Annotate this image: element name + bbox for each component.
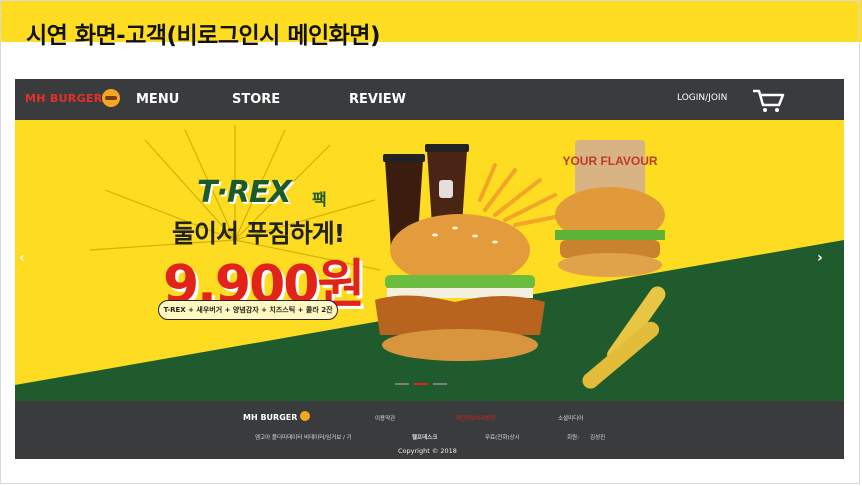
promo-title-suffix: 팩	[312, 190, 327, 209]
carousel-dot[interactable]	[395, 383, 409, 385]
burger-logo-icon	[102, 89, 120, 107]
promo-title: T·REX	[197, 175, 292, 210]
site-logo[interactable]: MH BURGER	[25, 92, 102, 105]
chevron-right-icon[interactable]: ›	[817, 250, 823, 266]
cart-icon[interactable]	[751, 87, 787, 113]
burger-set-image: YOUR FLAVOUR	[375, 140, 666, 389]
nav-store[interactable]: STORE	[232, 92, 280, 107]
footer-link-terms[interactable]: 이용약관	[375, 414, 395, 422]
chevron-left-icon[interactable]: ‹	[19, 250, 25, 266]
footer-helpdesk: 헬프데스크	[412, 435, 438, 441]
website-screenshot: MH BURGER MENU STORE REVIEW LOGIN/JOIN T…	[15, 79, 844, 459]
footer-link-social[interactable]: 소셜미디어	[558, 414, 583, 422]
burger-logo-icon	[300, 411, 310, 421]
footer-phone: 무료(전화)상시	[485, 435, 520, 441]
carousel-indicators	[395, 383, 447, 386]
hero-banner[interactable]: T·REX 팩 둘이서 푸짐하게! 9,900원 T-REX + 새우버거 + …	[15, 120, 844, 401]
promo-items: T-REX + 새우버거 + 양념감자 + 치즈스틱 + 콜라 2잔	[158, 300, 338, 320]
footer-logo: MH BURGER	[243, 413, 298, 422]
footer-member-name: 김성진	[590, 435, 606, 441]
login-join-link[interactable]: LOGIN/JOIN	[677, 93, 727, 103]
footer-company-info: 엠고아 플더미데이터 비데이터/임거보 / 기	[255, 435, 352, 441]
nav-menu[interactable]: MENU	[136, 92, 179, 107]
carousel-dot[interactable]	[433, 383, 447, 385]
site-header: MH BURGER MENU STORE REVIEW LOGIN/JOIN	[15, 79, 844, 120]
carousel-dot-active[interactable]	[414, 383, 428, 385]
footer-link-privacy[interactable]: 개인정보처리방침	[455, 414, 495, 422]
footer-member-label: 회원:	[567, 435, 579, 441]
cup-label: YOUR FLAVOUR	[562, 154, 657, 168]
nav-review[interactable]: REVIEW	[349, 92, 406, 107]
site-footer: MH BURGER 이용약관 개인정보처리방침 소셜미디어 엠고아 플더미데이터…	[15, 401, 844, 459]
footer-copyright: Copyright © 2018	[398, 447, 457, 455]
